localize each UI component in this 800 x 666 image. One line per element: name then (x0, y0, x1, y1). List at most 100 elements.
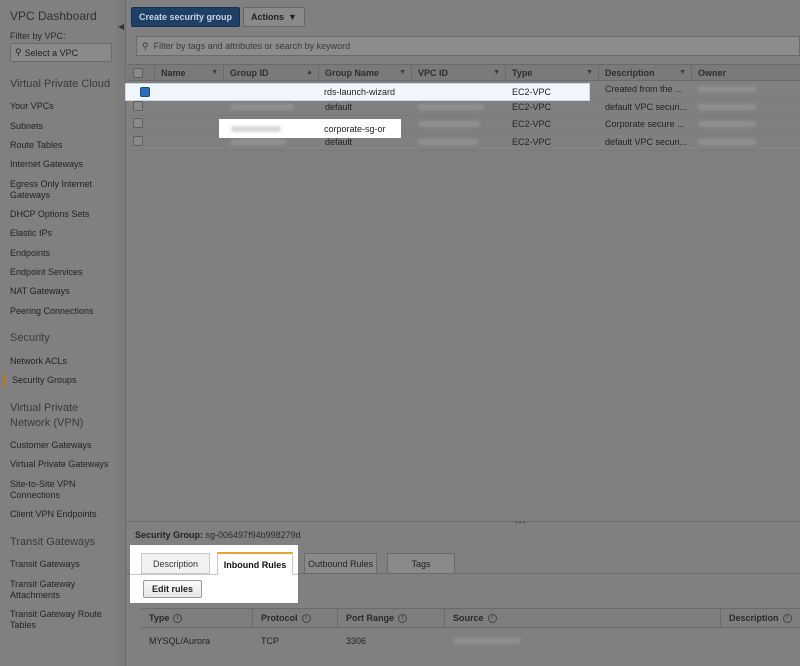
column-label: Protocol (261, 613, 298, 623)
sidebar-item-elastic-ips[interactable]: Elastic IPs (10, 228, 114, 239)
type-cell: EC2-VPC (512, 119, 552, 130)
column-label: Type (512, 67, 533, 78)
sidebar-item-security-groups[interactable]: Security Groups (4, 375, 108, 386)
vpc-id-redacted (418, 121, 480, 128)
sidebar-item-transit-gateway-attachments[interactable]: Transit Gateway Attachments (10, 579, 114, 601)
search-placeholder: Filter by tags and attributes or search … (153, 41, 351, 51)
nav-section-virtual-private-network: Virtual Private Network (VPN) (10, 402, 84, 429)
sidebar-item-subnets[interactable]: Subnets (10, 121, 114, 132)
edit-rules-button[interactable]: Edit rules (143, 580, 202, 598)
highlighted-tab-area: Description Inbound Rules Edit rules (130, 545, 298, 603)
group-id-redacted (230, 103, 294, 110)
sidebar-item-customer-gateways[interactable]: Customer Gateways (10, 440, 114, 451)
group-name-cell: rds-launch-wizard (324, 87, 396, 97)
table-row[interactable]: default EC2-VPC default VPC securi... (127, 99, 800, 116)
column-header-owner[interactable]: Owner (692, 65, 800, 80)
group-id-redacted (230, 138, 286, 145)
column-header-group-name[interactable]: Group Name ▼ (319, 65, 412, 80)
vpc-id-redacted (418, 103, 484, 110)
sidebar-item-endpoint-services[interactable]: Endpoint Services (10, 267, 114, 278)
info-icon[interactable]: i (782, 613, 792, 623)
column-header-group-id[interactable]: Group ID ▲ (224, 65, 319, 80)
rule-port-range: 3306 (346, 636, 367, 646)
description-cell: default VPC securi... (605, 136, 688, 147)
column-label: VPC ID (418, 67, 449, 78)
column-label: Group Name (325, 67, 380, 78)
sidebar-item-transit-gateway-route-tables[interactable]: Transit Gateway Route Tables (10, 609, 114, 631)
sidebar-item-site-to-site-vpn-connections[interactable]: Site-to-Site VPN Connections (10, 479, 114, 501)
rule-source-redacted (453, 638, 521, 644)
column-label: Owner (698, 67, 727, 78)
info-icon[interactable]: i (173, 613, 183, 623)
drag-handle-icon[interactable]: ••• (515, 518, 526, 527)
select-all-header (127, 65, 155, 80)
vpc-dashboard-link[interactable]: VPC Dashboard (10, 9, 97, 23)
row-checkbox[interactable] (133, 118, 143, 129)
tab-inbound-rules[interactable]: Inbound Rules (217, 552, 293, 575)
row-checkbox-checked[interactable] (140, 87, 150, 97)
row-checkbox[interactable] (133, 135, 143, 146)
nav-section-virtual-private-cloud: Virtual Private Cloud (10, 78, 111, 90)
sidebar-item-endpoints[interactable]: Endpoints (10, 248, 114, 259)
select-all-checkbox[interactable] (133, 67, 143, 78)
vpc-select[interactable]: ⚲ Select a VPC (10, 43, 112, 62)
panel-resize-handle[interactable]: ••• (127, 518, 800, 527)
row-checkbox[interactable] (133, 100, 143, 111)
sidebar-item-your-vpcs[interactable]: Your VPCs (10, 101, 114, 112)
caret-down-icon: ▼ (586, 69, 593, 76)
tab-tags[interactable]: Tags (387, 553, 455, 574)
rules-column-type: Type i (141, 609, 253, 627)
caret-down-icon: ▼ (493, 69, 500, 76)
column-header-type[interactable]: Type ▼ (506, 65, 599, 80)
owner-redacted (698, 103, 756, 110)
info-icon[interactable]: i (398, 613, 408, 623)
collapse-arrow-icon[interactable]: ◀ (118, 22, 124, 31)
actions-label: Actions (251, 12, 285, 22)
caret-down-icon: ▼ (211, 69, 218, 76)
description-cell: Created from the ... (605, 84, 683, 95)
sidebar-item-transit-gateways[interactable]: Transit Gateways (10, 559, 114, 570)
inbound-rules-header: Type i Protocol i Port Range i Source i Desc… (141, 608, 800, 628)
caret-down-icon: ▼ (288, 12, 297, 22)
rule-type: MYSQL/Aurora (149, 636, 211, 646)
info-icon[interactable]: i (487, 613, 497, 623)
column-label: Port Range (346, 613, 395, 623)
security-group-label-text: Security Group: (135, 530, 204, 540)
rule-protocol: TCP (261, 636, 279, 646)
sidebar-item-dhcp-options-sets[interactable]: DHCP Options Sets (10, 209, 114, 220)
actions-dropdown[interactable]: Actions ▼ (243, 7, 305, 27)
sidebar-item-nat-gateways[interactable]: NAT Gateways (10, 286, 114, 297)
type-cell: EC2-VPC (512, 136, 552, 147)
create-security-group-button[interactable]: Create security group (131, 7, 240, 27)
vpc-id-redacted (418, 138, 478, 145)
caret-down-icon: ▼ (399, 69, 406, 76)
tab-outbound-rules[interactable]: Outbound Rules (304, 553, 377, 574)
highlighted-group-name[interactable]: corporate-sg-or (219, 119, 401, 138)
sidebar-item-client-vpn-endpoints[interactable]: Client VPN Endpoints (10, 509, 114, 520)
rules-column-protocol: Protocol i (253, 609, 338, 627)
search-icon: ⚲ (15, 47, 22, 57)
nav-section-transit-gateways: Transit Gateways (10, 536, 96, 548)
sidebar-item-network-acls[interactable]: Network ACLs (10, 356, 114, 367)
column-label: Source (453, 613, 484, 623)
column-label: Name (161, 67, 186, 78)
sidebar-item-route-tables[interactable]: Route Tables (10, 140, 114, 151)
info-icon[interactable]: i (301, 613, 311, 623)
table-header: Name ▼ Group ID ▲ Group Name ▼ VPC ID ▼ Type… (127, 64, 800, 81)
sort-ascending-icon: ▲ (306, 69, 313, 76)
tab-description[interactable]: Description (141, 553, 210, 574)
sidebar-item-internet-gateways[interactable]: Internet Gateways (10, 159, 114, 170)
selected-table-row[interactable]: rds-launch-wizard EC2-VPC (125, 83, 590, 101)
column-header-name[interactable]: Name ▼ (155, 65, 224, 80)
description-cell: default VPC securi... (605, 101, 688, 112)
sidebar-item-egress-only-internet-gateways[interactable]: Egress Only Internet Gateways (10, 179, 114, 201)
column-label: Description (605, 67, 655, 78)
rules-column-source: Source i (445, 609, 721, 627)
column-header-description[interactable]: Description ▼ (599, 65, 692, 80)
sidebar: VPC Dashboard Filter by VPC: ⚲ Select a … (0, 0, 116, 666)
group-name-cell: default (325, 136, 353, 147)
sidebar-item-peering-connections[interactable]: Peering Connections (10, 306, 114, 317)
search-input[interactable]: ⚲ Filter by tags and attributes or searc… (136, 36, 800, 56)
column-header-vpc-id[interactable]: VPC ID ▼ (412, 65, 506, 80)
sidebar-item-virtual-private-gateways[interactable]: Virtual Private Gateways (10, 459, 114, 470)
